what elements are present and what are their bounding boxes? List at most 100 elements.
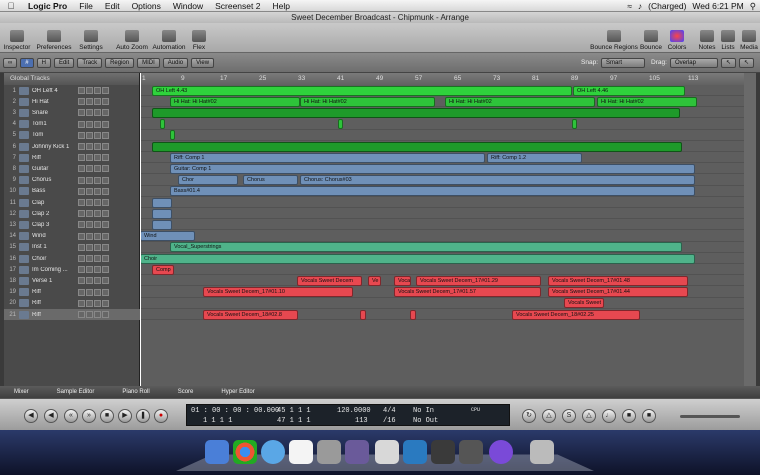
replace-button[interactable]: △: [542, 409, 556, 423]
arrange-menu-view[interactable]: View: [191, 57, 215, 68]
pause-button[interactable]: ❚: [136, 409, 150, 423]
lists-button[interactable]: Lists: [718, 23, 738, 53]
app-menu[interactable]: Logic Pro: [22, 1, 73, 11]
battery-status[interactable]: (Charged): [648, 1, 686, 11]
freeze-toggle[interactable]: [102, 131, 109, 139]
stop-button[interactable]: ■: [100, 409, 114, 423]
region[interactable]: [152, 197, 172, 208]
trash-icon[interactable]: [530, 440, 554, 464]
region[interactable]: Vocals Sweet Decem: [297, 275, 362, 286]
region[interactable]: Vocals Sweet Decem_17#01.57: [394, 287, 541, 298]
region[interactable]: Riff: Comp 1.2: [487, 152, 582, 163]
record-toggle[interactable]: [78, 299, 85, 307]
arrange-menu-region[interactable]: Region: [105, 57, 135, 68]
metronome-button[interactable]: △: [582, 409, 596, 423]
track-lane[interactable]: [140, 208, 744, 220]
track-row[interactable]: 4 Tom1: [4, 119, 140, 130]
region[interactable]: [360, 309, 366, 320]
track-row[interactable]: 15 Inst 1: [4, 242, 140, 253]
freeze-toggle[interactable]: [102, 120, 109, 128]
solo-toggle[interactable]: [94, 176, 101, 184]
volume-icon[interactable]: ♪: [638, 1, 642, 11]
record-toggle[interactable]: [78, 311, 85, 318]
record-toggle[interactable]: [78, 165, 85, 173]
solo-toggle[interactable]: [94, 199, 101, 206]
mute-toggle[interactable]: [86, 154, 93, 162]
playhead[interactable]: [140, 73, 141, 386]
region[interactable]: [170, 130, 175, 141]
mute-toggle[interactable]: [86, 165, 93, 173]
record-toggle[interactable]: [78, 221, 85, 229]
solo-toggle[interactable]: [94, 299, 101, 307]
aperture-icon[interactable]: [431, 440, 455, 464]
menu-file[interactable]: File: [73, 1, 99, 11]
region[interactable]: Hi Hat: Hi Hat#02: [170, 96, 300, 107]
region[interactable]: OH Left 4.46: [573, 85, 685, 96]
settings-button[interactable]: Settings: [74, 23, 108, 53]
master-volume-slider[interactable]: [680, 415, 740, 418]
mute-toggle[interactable]: [86, 221, 93, 229]
solo-toggle[interactable]: [94, 154, 101, 162]
record-toggle[interactable]: [78, 187, 85, 195]
global-tracks-header[interactable]: Global Tracks: [4, 73, 139, 85]
itunes-icon[interactable]: [261, 440, 285, 464]
freeze-toggle[interactable]: [102, 98, 109, 106]
track-row[interactable]: 10 Bass: [4, 186, 140, 197]
final-cut-icon[interactable]: [375, 440, 399, 464]
region[interactable]: [152, 107, 680, 118]
region[interactable]: Vocals Sweet: [564, 298, 604, 309]
preferences-button[interactable]: Preferences: [34, 23, 74, 53]
solo-toggle[interactable]: [94, 120, 101, 128]
record-button[interactable]: ●: [154, 409, 168, 423]
record-toggle[interactable]: [78, 98, 85, 106]
record-toggle[interactable]: [78, 131, 85, 139]
track-row[interactable]: 11 Clap: [4, 197, 140, 208]
region[interactable]: Bass#01.4: [170, 186, 695, 197]
mute-toggle[interactable]: [86, 255, 93, 262]
arrange-menu-audio[interactable]: Audio: [162, 57, 189, 68]
tab-score[interactable]: Score: [164, 389, 208, 395]
region[interactable]: Vocals Sweet Decem_18#02.8: [203, 309, 298, 320]
track-row[interactable]: 20 Riff: [4, 298, 140, 309]
solo-toggle[interactable]: [94, 187, 101, 195]
solo-toggle[interactable]: [94, 165, 101, 173]
track-row[interactable]: 2 Hi Hat: [4, 96, 140, 107]
notes-button[interactable]: Notes: [696, 23, 718, 53]
automation-button[interactable]: Automation: [150, 23, 188, 53]
hide-button[interactable]: H: [36, 57, 51, 68]
record-toggle[interactable]: [78, 288, 85, 296]
mute-toggle[interactable]: [86, 288, 93, 296]
region[interactable]: Hi Hat: Hi Hat#02: [300, 96, 435, 107]
region[interactable]: Vocals Sweet Decem_17#01.10: [203, 287, 353, 298]
cycle-button[interactable]: ↻: [522, 409, 536, 423]
secondary-tool[interactable]: ↖: [738, 57, 754, 68]
freeze-toggle[interactable]: [102, 243, 109, 251]
region[interactable]: Guitar: Comp 1: [170, 163, 695, 174]
bounce-button[interactable]: Bounce: [638, 23, 664, 53]
record-toggle[interactable]: [78, 109, 85, 117]
track-lane[interactable]: [140, 264, 744, 276]
record-toggle[interactable]: [78, 210, 85, 218]
region[interactable]: Chorus: Chorus#03: [300, 175, 695, 186]
forward-button[interactable]: »: [82, 409, 96, 423]
freeze-toggle[interactable]: [102, 266, 109, 274]
record-toggle[interactable]: [78, 243, 85, 251]
calendar-icon[interactable]: [289, 440, 313, 464]
record-toggle[interactable]: [78, 154, 85, 162]
rewind-button[interactable]: «: [64, 409, 78, 423]
tab-piano-roll[interactable]: Piano Roll: [108, 389, 163, 395]
solo-toggle[interactable]: [94, 143, 101, 150]
mute-toggle[interactable]: [86, 299, 93, 307]
mute-toggle[interactable]: [86, 187, 93, 195]
mail-icon[interactable]: [403, 440, 427, 464]
inspector-button[interactable]: Inspector: [0, 23, 34, 53]
menu-options[interactable]: Options: [126, 1, 167, 11]
region[interactable]: Hi Hat: Hi Hat#02: [597, 96, 697, 107]
track-row[interactable]: 5 Tom: [4, 130, 140, 141]
mute-toggle[interactable]: [86, 109, 93, 117]
go-position-button[interactable]: ◀: [44, 409, 58, 423]
region[interactable]: [572, 119, 577, 130]
solo-toggle[interactable]: [94, 87, 101, 94]
record-toggle[interactable]: [78, 143, 85, 150]
track-row[interactable]: 18 Verse 1: [4, 275, 140, 286]
